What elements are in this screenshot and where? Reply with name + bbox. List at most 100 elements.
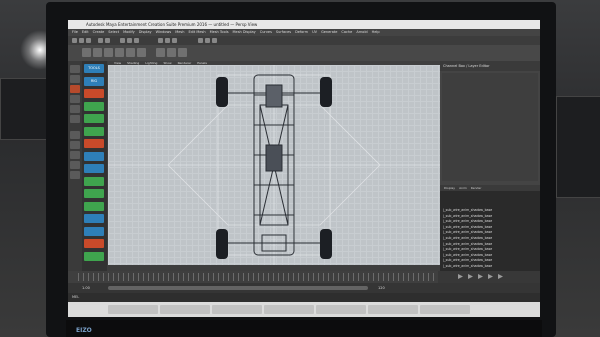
shelf-cone-icon[interactable] [115,48,124,57]
sidebar-button-0[interactable]: TOOLS [84,64,104,73]
render-settings-icon[interactable] [212,38,217,43]
save-scene-icon[interactable] [86,38,91,43]
command-line[interactable]: MEL [68,293,540,302]
go-to-end-icon[interactable] [498,274,503,279]
taskbar-item[interactable] [420,305,470,314]
play-forward-icon[interactable] [478,274,483,279]
step-forward-icon[interactable] [488,274,493,279]
select-tool-icon[interactable] [70,65,80,73]
shelf-extrude-icon[interactable] [156,48,165,57]
sidebar-button-3[interactable] [84,101,104,111]
menu-item-surfaces[interactable]: Surfaces [276,30,291,34]
taskbar-item[interactable] [108,305,158,314]
shelf-plane-icon[interactable] [126,48,135,57]
render-icon[interactable] [198,38,203,43]
menu-item-cache[interactable]: Cache [341,30,352,34]
os-taskbar [68,302,540,317]
select-by-object-icon[interactable] [127,38,132,43]
undo-icon[interactable] [98,38,103,43]
menu-item-arnold[interactable]: Arnold [356,30,367,34]
sidebar-button-5[interactable] [84,126,104,136]
single-view-layout-icon[interactable] [70,131,80,139]
viewport-panel[interactable] [108,65,440,265]
shelf-torus-icon[interactable] [137,48,146,57]
layer-row[interactable]: |_sub_wire_anim_shadow_base [443,263,537,269]
persp-graph-layout-icon[interactable] [70,161,80,169]
range-end-field[interactable]: 120 [378,283,385,293]
layer-editor: Display Anim Render |_sub_wire_anim_shadow… [440,185,540,271]
layer-tab-render[interactable]: Render [471,186,482,190]
menu-item-generate[interactable]: Generate [321,30,337,34]
four-view-layout-icon[interactable] [70,141,80,149]
range-start-field[interactable]: 1.00 [82,283,90,293]
shelf-sphere-icon[interactable] [82,48,91,57]
front-right-wheel [320,77,332,107]
snap-grid-icon[interactable] [158,38,163,43]
shelf-cube-icon[interactable] [93,48,102,57]
sidebar-button-8[interactable] [84,164,104,173]
select-by-component-icon[interactable] [134,38,139,43]
monitor-lower-bezel [66,320,542,337]
sidebar-button-14[interactable] [84,239,104,248]
menu-item-help[interactable]: Help [372,30,380,34]
shelf-bridge-icon[interactable] [178,48,187,57]
vehicle-chassis-wireframe [216,74,332,259]
menu-item-create[interactable]: Create [93,30,105,34]
menu-item-windows[interactable]: Windows [156,30,172,34]
taskbar-item[interactable] [160,305,210,314]
shelf-bevel-icon[interactable] [167,48,176,57]
taskbar-item[interactable] [316,305,366,314]
step-back-icon[interactable] [468,274,473,279]
menu-item-mesh-display[interactable]: Mesh Display [233,30,256,34]
sidebar-button-11[interactable] [84,201,104,211]
menu-item-display[interactable]: Display [139,30,152,34]
menu-item-edit[interactable]: Edit [82,30,89,34]
maya-window: Autodesk Maya Entertainment Creation Sui… [68,20,540,317]
shelf-cylinder-icon[interactable] [104,48,113,57]
taskbar-item[interactable] [368,305,418,314]
snap-point-icon[interactable] [172,38,177,43]
sidebar-button-2[interactable] [84,89,104,98]
sidebar-button-7[interactable] [84,151,104,161]
persp-outliner-layout-icon[interactable] [70,151,80,159]
menu-item-modify[interactable]: Modify [123,30,135,34]
range-slider-bar[interactable] [108,286,368,290]
taskbar-item[interactable] [264,305,314,314]
shelf-icons [82,48,187,57]
menu-item-mesh[interactable]: Mesh [175,30,184,34]
select-by-hierarchy-icon[interactable] [120,38,125,43]
hypershade-layout-icon[interactable] [70,171,80,179]
rotate-tool-icon[interactable] [70,105,80,113]
menu-item-uv[interactable]: UV [312,30,317,34]
sidebar-button-13[interactable] [84,226,104,236]
menu-item-edit-mesh[interactable]: Edit Mesh [188,30,205,34]
command-line-label: MEL [72,295,80,299]
new-scene-icon[interactable] [72,38,77,43]
play-backward-icon[interactable] [458,274,463,279]
snap-curve-icon[interactable] [165,38,170,43]
sidebar-button-15[interactable] [84,251,104,261]
sidebar-button-9[interactable] [84,176,104,186]
sidebar-button-1[interactable]: RIG [84,76,104,86]
menu-item-select[interactable]: Select [108,30,119,34]
menu-item-mesh-tools[interactable]: Mesh Tools [210,30,229,34]
sidebar-button-10[interactable] [84,189,104,198]
paint-select-tool-icon[interactable] [70,85,80,93]
menu-item-deform[interactable]: Deform [295,30,308,34]
redo-icon[interactable] [105,38,110,43]
background-monitor-left [0,78,50,140]
menu-item-file[interactable]: File [72,30,78,34]
open-scene-icon[interactable] [79,38,84,43]
layer-tab-anim[interactable]: Anim [459,186,467,190]
menu-item-curves[interactable]: Curves [260,30,272,34]
scale-tool-icon[interactable] [70,115,80,123]
move-tool-icon[interactable] [70,95,80,103]
taskbar-item[interactable] [212,305,262,314]
sidebar-button-6[interactable] [84,139,104,148]
sidebar-button-4[interactable] [84,114,104,123]
lasso-tool-icon[interactable] [70,75,80,83]
window-title: Autodesk Maya Entertainment Creation Sui… [86,22,258,27]
ipr-render-icon[interactable] [205,38,210,43]
sidebar-button-12[interactable] [84,214,104,223]
layer-tab-display[interactable]: Display [444,186,455,190]
